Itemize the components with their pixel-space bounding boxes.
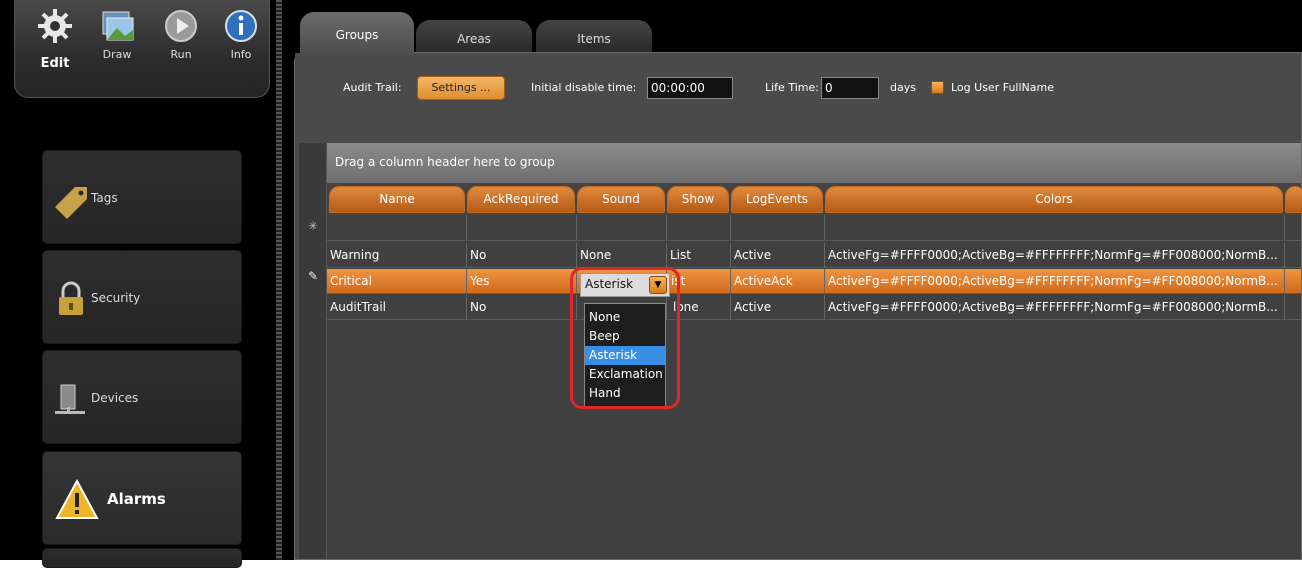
sound-combobox-value: Asterisk [585, 277, 634, 291]
cell-ackrequired[interactable]: No [467, 295, 577, 320]
nav-devices-button[interactable]: Devices [42, 350, 242, 444]
info-icon [225, 10, 257, 42]
nav-alarms-button[interactable]: Alarms [42, 451, 242, 545]
cell-colors[interactable]: ActiveFg=#FFFF0000;ActiveBg=#FFFFFFFF;No… [825, 269, 1285, 294]
sound-combobox[interactable]: Asterisk ▼ [580, 273, 670, 297]
mode-edit-button[interactable]: Edit [29, 8, 81, 71]
table-row[interactable]: AuditTrail No lone Active ActiveFg=#FFFF… [327, 295, 1301, 320]
column-header-extra[interactable] [1285, 186, 1302, 213]
cell-sound[interactable]: None [577, 243, 667, 268]
cell-ackrequired[interactable]: No [467, 243, 577, 268]
initial-disable-time-input[interactable]: 00:00:00 [647, 77, 733, 99]
lock-icon [59, 281, 83, 315]
nav-security-label: Security [91, 291, 141, 305]
tab-areas-label: Areas [457, 32, 491, 46]
column-header-show[interactable]: Show [667, 186, 729, 213]
new-row-cell[interactable] [825, 215, 1285, 240]
column-header-colors[interactable]: Colors [825, 186, 1283, 213]
cell-name[interactable]: AuditTrail [327, 295, 467, 320]
cell-show[interactable]: List [667, 243, 731, 268]
new-row-cell[interactable] [327, 215, 467, 240]
edit-pencil-icon: ✎ [307, 269, 319, 283]
settings-bar: Audit Trail: Settings ... Initial disabl… [295, 53, 1301, 145]
column-header-name[interactable]: Name [329, 186, 465, 213]
sound-option-beep[interactable]: Beep [585, 327, 665, 346]
cell-colors[interactable]: ActiveFg=#FFFF0000;ActiveBg=#FFFFFFFF;No… [825, 295, 1285, 320]
group-by-panel[interactable]: Drag a column header here to group [327, 143, 1301, 183]
left-navigation: Edit Draw Run Info Tags Security Devices… [0, 0, 282, 568]
mode-info-label: Info [230, 48, 252, 61]
cell-show[interactable]: ist [667, 269, 731, 294]
column-header-sound[interactable]: Sound [577, 186, 665, 213]
mode-toolbar: Edit Draw Run Info [14, 0, 270, 98]
cell-name[interactable]: Warning [327, 243, 467, 268]
table-row[interactable]: Warning No None List Active ActiveFg=#FF… [327, 243, 1301, 268]
sound-option-exclamation[interactable]: Exclamation [585, 365, 665, 384]
tag-icon [55, 187, 87, 219]
grid-header: Name AckRequired Sound Show LogEvents Co… [327, 183, 1302, 215]
cell-colors[interactable]: ActiveFg=#FFFF0000;ActiveBg=#FFFFFFFF;No… [825, 243, 1285, 268]
picture-icon [102, 11, 134, 41]
sound-option-hand[interactable]: Hand [585, 384, 665, 403]
mode-draw-button[interactable]: Draw [91, 8, 143, 61]
tab-groups-label: Groups [335, 28, 379, 42]
nav-devices-label: Devices [91, 391, 139, 405]
gear-icon [38, 9, 72, 43]
new-row-cell[interactable] [577, 215, 667, 240]
life-time-input[interactable]: 0 [821, 77, 879, 99]
cell-logevents[interactable]: ActiveAck [731, 269, 825, 294]
nav-security-button[interactable]: Security [42, 250, 242, 344]
new-row-icon: ✳ [307, 219, 319, 233]
mode-run-label: Run [170, 48, 192, 61]
mode-draw-label: Draw [102, 48, 132, 61]
log-user-fullname-checkbox[interactable] [931, 81, 944, 94]
settings-button[interactable]: Settings ... [417, 76, 505, 100]
table-row-selected[interactable]: Critical Yes ist ActiveAck ActiveFg=#FFF… [327, 269, 1301, 294]
tab-groups[interactable]: Groups [300, 12, 414, 56]
mode-info-button[interactable]: Info [215, 8, 267, 61]
cell-show[interactable]: lone [667, 295, 731, 320]
cell-name[interactable]: Critical [327, 269, 467, 294]
nav-next-button[interactable] [42, 548, 242, 568]
new-row-cell[interactable] [467, 215, 577, 240]
tab-items-label: Items [577, 32, 611, 46]
cell-logevents[interactable]: Active [731, 243, 825, 268]
play-icon [165, 10, 197, 42]
nav-tags-label: Tags [91, 191, 118, 205]
column-header-logevents[interactable]: LogEvents [731, 186, 823, 213]
main-area: Areas Items Audit Trail: Settings ... In… [288, 0, 1302, 560]
new-row-cell[interactable] [667, 215, 731, 240]
audit-trail-label: Audit Trail: [343, 81, 402, 94]
groups-grid: ✳ ✎ Drag a column header here to group N… [299, 143, 1302, 559]
row-header-column: ✳ ✎ [299, 143, 327, 559]
sound-dropdown-list: None Beep Asterisk Exclamation Hand [584, 303, 666, 407]
sound-option-none[interactable]: None [585, 308, 665, 327]
groups-panel: Audit Trail: Settings ... Initial disabl… [294, 52, 1302, 560]
sound-option-asterisk[interactable]: Asterisk [585, 346, 665, 365]
new-row[interactable] [327, 215, 1301, 241]
cell-ackrequired[interactable]: Yes [467, 269, 577, 294]
chevron-down-icon[interactable]: ▼ [649, 276, 667, 294]
cell-logevents[interactable]: Active [731, 295, 825, 320]
device-icon [55, 384, 85, 414]
initial-disable-time-label: Initial disable time: [531, 81, 637, 94]
mode-run-button[interactable]: Run [155, 8, 207, 61]
log-user-fullname-label: Log User FullName [951, 81, 1054, 94]
warning-icon [55, 478, 99, 519]
column-header-ackrequired[interactable]: AckRequired [467, 186, 575, 213]
new-row-cell[interactable] [731, 215, 825, 240]
nav-alarms-label: Alarms [107, 490, 166, 508]
mode-edit-label: Edit [40, 56, 70, 71]
life-time-label: Life Time: [765, 81, 819, 94]
days-label: days [890, 81, 916, 94]
nav-tags-button[interactable]: Tags [42, 150, 242, 244]
